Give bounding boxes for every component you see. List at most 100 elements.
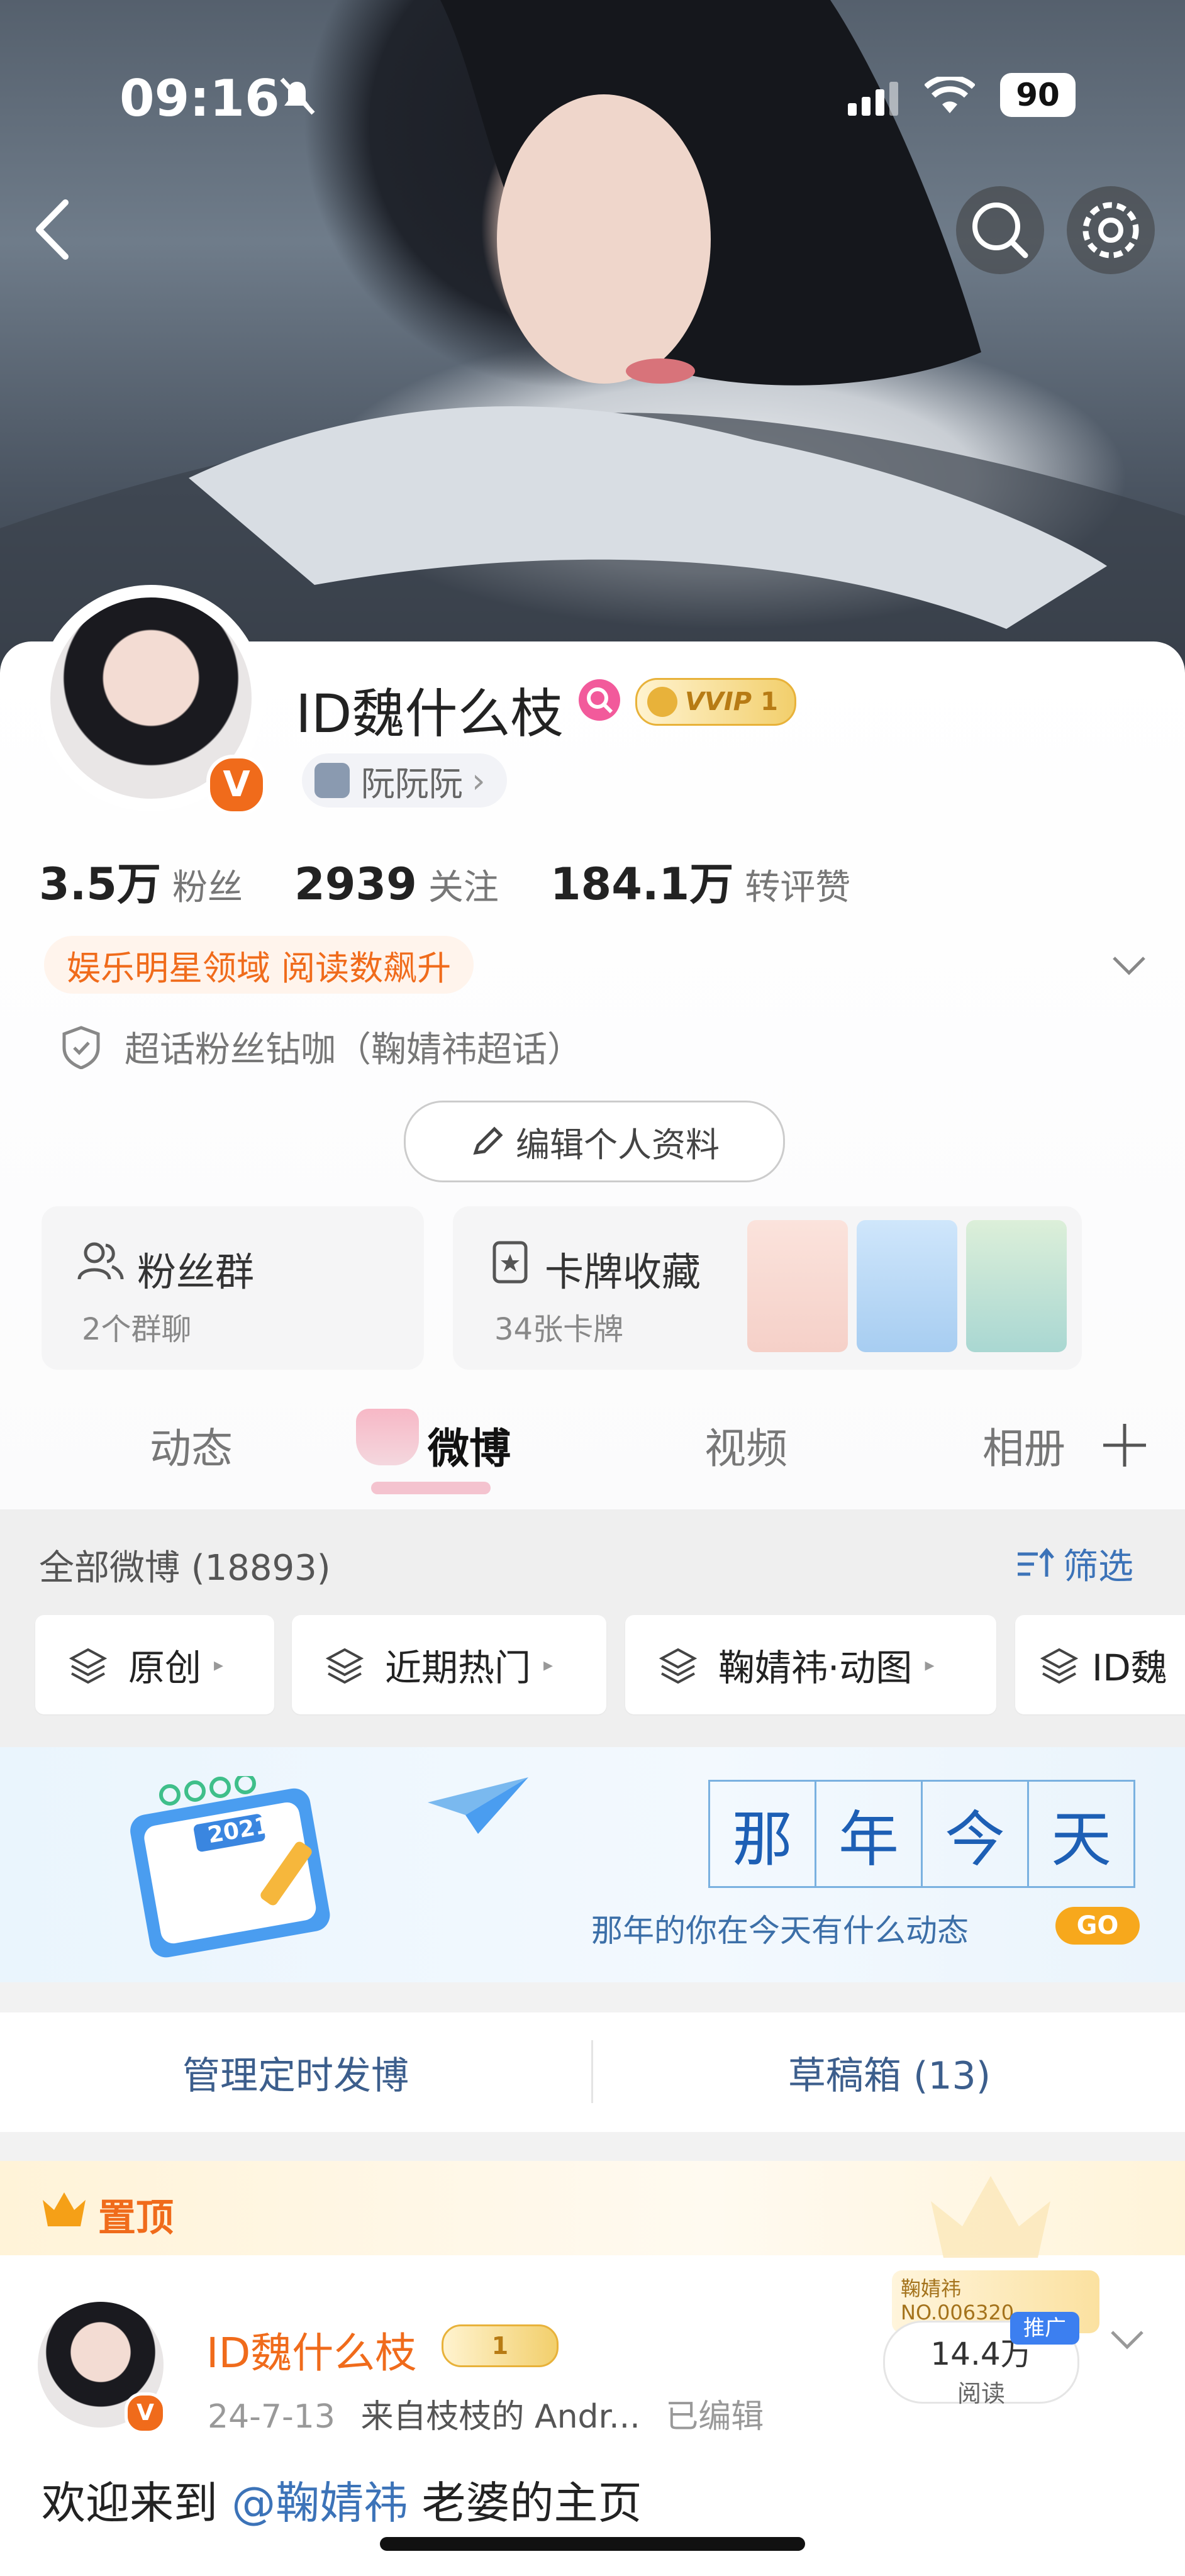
- vvip-label: VVIP: [685, 687, 752, 716]
- card-thumb-2[interactable]: [857, 1220, 957, 1352]
- super-topic-row[interactable]: 超话粉丝钻咖（鞠婧祎超话）: [60, 1021, 582, 1072]
- search-icon: [972, 203, 1028, 258]
- post-edited: 已编辑: [665, 2398, 764, 2436]
- post-text: 欢迎来到 @鞠婧祎 老婆的主页: [42, 2468, 642, 2531]
- fans-label[interactable]: 粉丝: [172, 859, 243, 910]
- divider: [591, 2040, 593, 2103]
- chip-original[interactable]: 原创 ▸: [35, 1615, 274, 1714]
- vvip-badge[interactable]: VVIP 1: [635, 678, 796, 726]
- fans-group-tile[interactable]: 粉丝群 2个群聊: [42, 1206, 424, 1370]
- gender-female-icon: [579, 679, 620, 721]
- chip-label: 鞠婧祎·动图: [718, 1646, 913, 1689]
- vip-diamond-icon: [647, 687, 677, 717]
- card-icon: [492, 1241, 528, 1284]
- battery-indicator: 90: [1000, 73, 1076, 117]
- post-date: 24-7-13: [208, 2398, 335, 2436]
- chip-label: 原创: [128, 1646, 202, 1689]
- mute-bell-icon: [280, 77, 315, 115]
- filter-button[interactable]: 筛选: [1015, 1538, 1133, 1589]
- tab-album[interactable]: 相册: [982, 1415, 1065, 1475]
- signal-icon: [848, 82, 898, 116]
- promo-name: 鞠婧祎: [901, 2277, 962, 2301]
- caret-right-icon: ▸: [214, 1653, 224, 1676]
- status-time: 09:16: [120, 69, 280, 128]
- banner-subtitle: 那年的你在今天有什么动态: [591, 1913, 969, 1949]
- add-icon[interactable]: [1099, 1420, 1150, 1470]
- card-collection-title: 卡牌收藏: [545, 1249, 701, 1295]
- tab-weibo[interactable]: 微博: [428, 1415, 511, 1475]
- drafts-button[interactable]: 草稿箱 (13): [594, 2012, 1185, 2132]
- all-posts-count[interactable]: 全部微博 (18893): [39, 1540, 331, 1591]
- chip-recent-hot[interactable]: 近期热门 ▸: [292, 1615, 606, 1714]
- card-collection-sub: 34张卡牌: [494, 1312, 624, 1347]
- tab-weibo-underline: [371, 1482, 491, 1494]
- caret-right-icon: ▸: [925, 1653, 935, 1676]
- profile-name: ID魏什么枝: [296, 683, 564, 745]
- verified-badge: V: [125, 2392, 166, 2434]
- post-source[interactable]: 来自枝枝的 Andr...: [360, 2398, 640, 2436]
- following-label[interactable]: 关注: [428, 859, 499, 910]
- tab-dynamic[interactable]: 动态: [150, 1415, 233, 1475]
- pinned-label: 置顶: [98, 2196, 174, 2240]
- paper-plane-icon: [428, 1777, 528, 1834]
- chip-id[interactable]: ID魏: [1015, 1615, 1185, 1714]
- gear-icon: [1082, 202, 1139, 258]
- chip-gif[interactable]: 鞠婧祎·动图 ▸: [625, 1615, 996, 1714]
- stats-row: 3.5万 粉丝 2939 关注 184.1万 转评赞: [39, 849, 850, 913]
- post-author-name[interactable]: ID魏什么枝: [206, 2319, 416, 2380]
- chip-label: ID魏: [1092, 1646, 1167, 1689]
- pencil-icon: [473, 1126, 503, 1155]
- caret-right-icon: ▸: [543, 1653, 554, 1676]
- calendar-illustration: [130, 1776, 330, 1958]
- fans-group-title: 粉丝群: [137, 1249, 255, 1295]
- layers-icon: [69, 1648, 107, 1684]
- following-count[interactable]: 2939: [294, 858, 417, 910]
- banner-char: 今: [923, 1780, 1029, 1888]
- chevron-down-icon[interactable]: [1110, 953, 1148, 978]
- settings-button[interactable]: [1067, 186, 1155, 274]
- tab-video[interactable]: 视频: [704, 1415, 787, 1475]
- super-topic-text: 超话粉丝钻咖（鞠婧祎超话）: [125, 1030, 582, 1070]
- banner-go-button[interactable]: GO: [1055, 1907, 1140, 1945]
- sort-icon: [1018, 1547, 1054, 1577]
- layers-icon: [1040, 1648, 1078, 1684]
- chevron-down-icon[interactable]: [1108, 2327, 1146, 2352]
- cat-icon: [314, 763, 350, 798]
- likes-count[interactable]: 184.1万: [550, 849, 733, 913]
- layers-icon: [659, 1648, 697, 1684]
- layers-icon: [326, 1648, 364, 1684]
- search-button[interactable]: [956, 186, 1044, 274]
- edit-profile-button[interactable]: 编辑个人资料: [404, 1101, 785, 1182]
- post-text-prefix: 欢迎来到: [42, 2477, 218, 2529]
- banner-char: 那: [708, 1780, 816, 1888]
- back-arrow-icon[interactable]: [30, 195, 74, 264]
- chip-label: 近期热门: [385, 1646, 531, 1689]
- avatar-frame[interactable]: V: [38, 585, 267, 815]
- post-meta: 24-7-13 来自枝枝的 Andr... 已编辑: [208, 2390, 764, 2437]
- home-indicator: [380, 2537, 805, 2551]
- banner-char: 年: [816, 1780, 923, 1888]
- cake-icon: [356, 1409, 419, 1465]
- fan-title-pill[interactable]: 阮阮阮 ›: [302, 753, 507, 808]
- verified-badge: V: [206, 755, 267, 815]
- read-label: 阅读: [957, 2380, 1005, 2407]
- fans-group-sub: 2个群聊: [82, 1312, 192, 1347]
- post-text-suffix: 老婆的主页: [421, 2477, 642, 2529]
- fans-count[interactable]: 3.5万: [39, 849, 161, 913]
- filter-label: 筛选: [1063, 1546, 1133, 1587]
- promoted-badge: 推广: [1010, 2312, 1079, 2345]
- chevron-right-icon: ›: [472, 760, 486, 801]
- card-thumb-1[interactable]: [747, 1220, 848, 1352]
- shield-icon: [62, 1025, 100, 1069]
- likes-label[interactable]: 转评赞: [745, 859, 850, 910]
- domain-tag[interactable]: 娱乐明星领域 阅读数飙升: [44, 936, 474, 994]
- card-thumb-3[interactable]: [966, 1220, 1067, 1352]
- vip-level: 1: [760, 687, 778, 716]
- edit-profile-label: 编辑个人资料: [516, 1124, 720, 1165]
- scheduled-posts-button[interactable]: 管理定时发博: [0, 2012, 591, 2132]
- memory-banner[interactable]: 2021 那 年 今 天 那年的你在今天有什么动态 GO: [0, 1747, 1185, 1982]
- post-mention-link[interactable]: @鞠婧祎: [231, 2477, 408, 2529]
- author-vip-badge: 1: [442, 2324, 559, 2367]
- crown-watermark-icon: [931, 2176, 1050, 2258]
- fan-title: 阮阮阮: [361, 763, 463, 804]
